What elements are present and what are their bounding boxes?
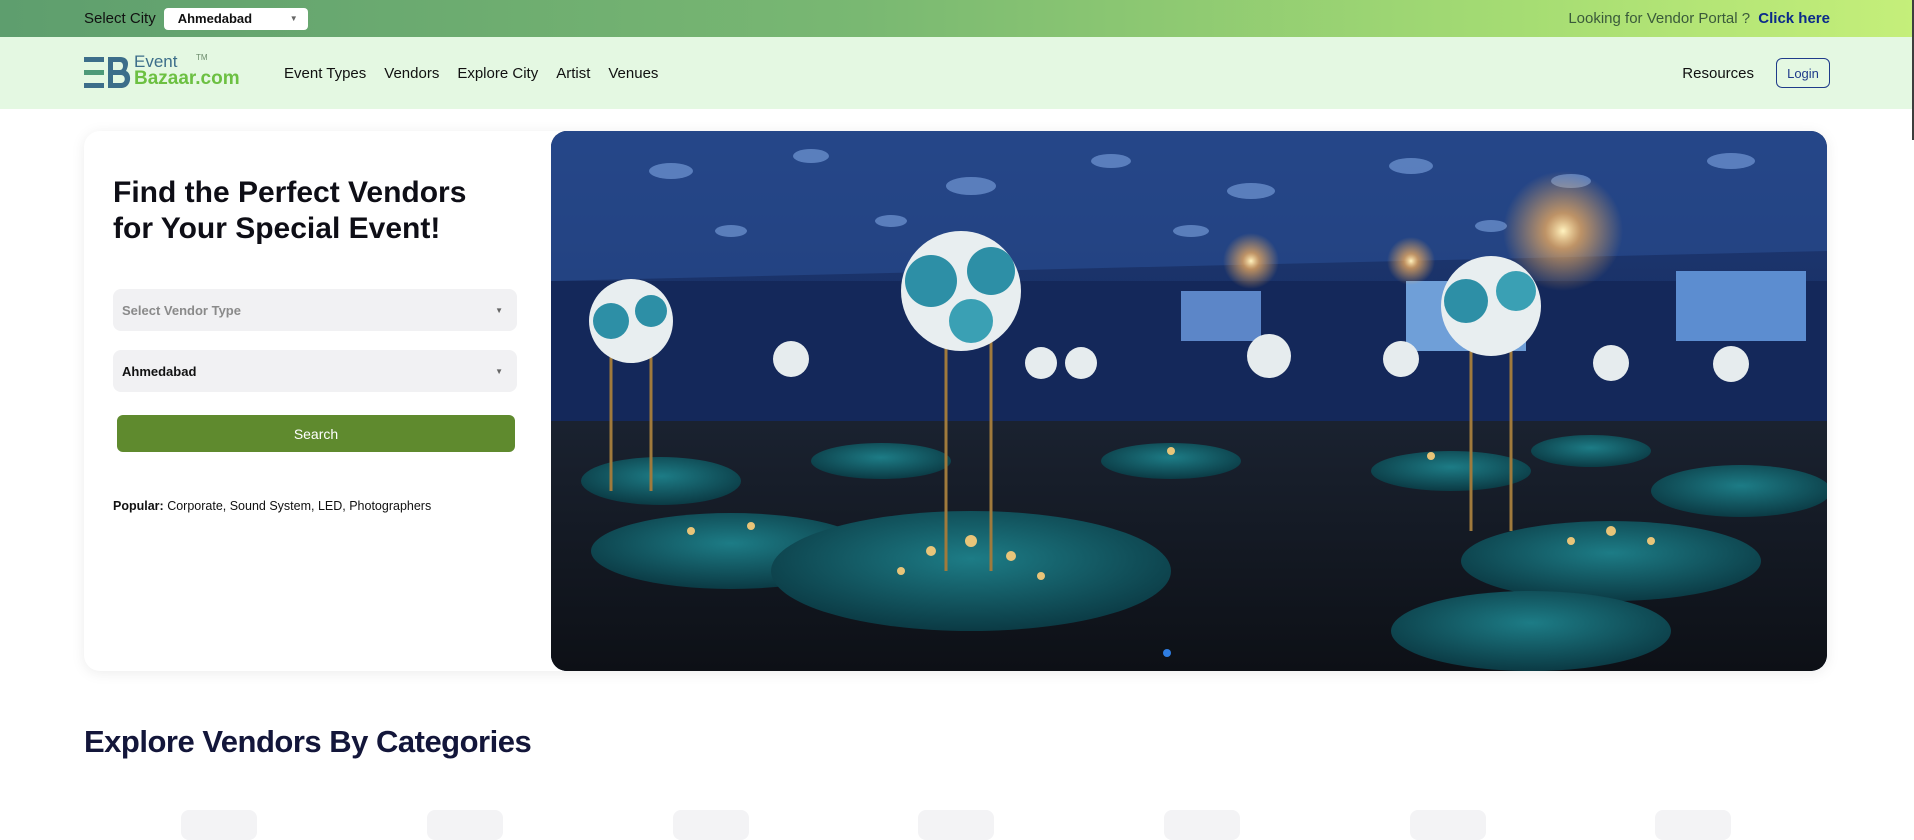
- vendor-search-panel: Find the Perfect Vendors for Your Specia…: [84, 131, 552, 671]
- vendor-portal-link[interactable]: Click here: [1758, 10, 1830, 27]
- popular-searches: Popular: Corporate, Sound System, LED, P…: [113, 499, 431, 513]
- category-tile[interactable]: [918, 810, 994, 840]
- main-nav: Event Bazaar.com TM Event Types Vendors …: [0, 37, 1914, 109]
- category-tile[interactable]: [1164, 810, 1240, 840]
- vendor-portal-prompt: Looking for Vendor Portal ? Click here: [1568, 10, 1830, 27]
- popular-items[interactable]: Corporate, Sound System, LED, Photograph…: [167, 499, 431, 513]
- hero-banner-image: [551, 131, 1827, 671]
- hero-city-select[interactable]: Ahmedabad ▼: [113, 350, 517, 392]
- logo-text-bazaar: Bazaar.com: [134, 68, 240, 89]
- vendor-type-select[interactable]: Select Vendor Type ▼: [113, 289, 517, 331]
- hero-title: Find the Perfect Vendors for Your Specia…: [113, 176, 467, 245]
- logo-mark-icon: [84, 57, 131, 88]
- categories-heading: Explore Vendors By Categories: [84, 724, 532, 759]
- carousel-dot-1[interactable]: [1163, 649, 1171, 657]
- login-button[interactable]: Login: [1776, 58, 1830, 88]
- logo-trademark: TM: [196, 53, 208, 62]
- vendor-type-placeholder: Select Vendor Type: [122, 302, 241, 318]
- category-tile[interactable]: [1655, 810, 1731, 840]
- hero-city-value: Ahmedabad: [122, 363, 197, 379]
- site-logo[interactable]: Event Bazaar.com TM: [84, 53, 246, 93]
- nav-explore-city[interactable]: Explore City: [457, 65, 538, 82]
- top-bar: Select City Ahmedabad ▼ Looking for Vend…: [0, 0, 1914, 37]
- city-select[interactable]: Ahmedabad ▼: [163, 7, 308, 30]
- hero-section: Find the Perfect Vendors for Your Specia…: [84, 131, 1827, 671]
- vendor-portal-text: Looking for Vendor Portal ?: [1568, 10, 1751, 27]
- category-tile[interactable]: [673, 810, 749, 840]
- nav-resources[interactable]: Resources: [1682, 65, 1754, 82]
- chevron-down-icon: ▼: [289, 14, 298, 23]
- select-city-label: Select City: [84, 10, 156, 27]
- category-tile[interactable]: [427, 810, 503, 840]
- chevron-down-icon: ▼: [495, 305, 503, 315]
- category-tile[interactable]: [1410, 810, 1486, 840]
- chevron-down-icon: ▼: [495, 366, 503, 376]
- popular-label: Popular:: [113, 499, 164, 513]
- nav-links: Event Types Vendors Explore City Artist …: [284, 65, 658, 82]
- city-select-value: Ahmedabad: [177, 11, 253, 26]
- banquet-hall-photo: [551, 131, 1827, 671]
- search-button[interactable]: Search: [117, 415, 515, 452]
- nav-artist[interactable]: Artist: [556, 65, 590, 82]
- nav-event-types[interactable]: Event Types: [284, 65, 366, 82]
- nav-venues[interactable]: Venues: [608, 65, 658, 82]
- nav-vendors[interactable]: Vendors: [384, 65, 439, 82]
- category-tile[interactable]: [181, 810, 257, 840]
